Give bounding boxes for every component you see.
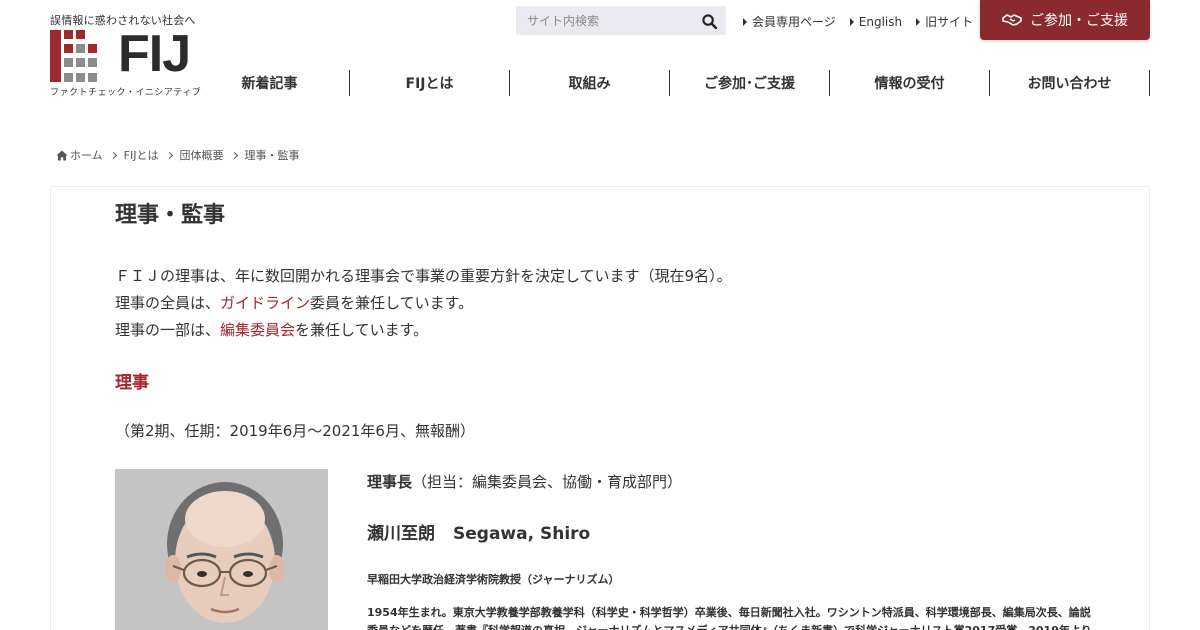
logo-subtitle: ファクトチェック・イニシアティブ	[50, 88, 202, 98]
nav-item-contact[interactable]: お問い合わせ	[990, 70, 1150, 96]
global-nav: 新着記事 FIJとは 取組み ご参加･ご支援 情報の受付 お問い合わせ	[190, 70, 1150, 96]
nav-item-join[interactable]: ご参加･ご支援	[670, 70, 830, 96]
nav-item-activities[interactable]: 取組み	[510, 70, 670, 96]
logo-text: FIJ	[118, 25, 191, 83]
portrait-image	[115, 469, 328, 630]
person-bio: 1954年生まれ。東京大学教養学部教養学科（科学史・科学哲学）卒業後、毎日新聞社…	[367, 606, 1092, 630]
search-icon	[701, 13, 717, 29]
caret-right-icon	[743, 17, 747, 26]
breadcrumb: ホーム FIJとは 団体概要 理事・監事	[56, 147, 300, 163]
nav-item-news[interactable]: 新着記事	[190, 70, 350, 96]
breadcrumb-about[interactable]: FIJとは	[124, 147, 159, 163]
handshake-icon	[1002, 14, 1022, 26]
section-title-directors: 理事	[115, 373, 149, 393]
search-input[interactable]	[516, 6, 694, 35]
person-photo	[115, 469, 328, 630]
breadcrumb-overview[interactable]: 団体概要	[180, 147, 224, 163]
join-support-button[interactable]: ご参加・ご支援	[980, 0, 1150, 40]
editorial-committee-link[interactable]: 編集委員会	[220, 321, 295, 339]
breadcrumb-home[interactable]: ホーム	[70, 147, 103, 163]
person-role: 理事長（担当：編集委員会、協働・育成部門）	[367, 473, 683, 491]
search-button[interactable]	[698, 10, 720, 32]
home-icon[interactable]	[56, 150, 68, 161]
member-page-link[interactable]: 会員専用ページ	[743, 13, 836, 30]
nav-item-about[interactable]: FIJとは	[350, 70, 510, 96]
intro-line-2: 理事の全員は、ガイドライン委員を兼任しています。	[115, 294, 474, 312]
intro-line-1: ＦＩＪの理事は、年に数回開かれる理事会で事業の重要方針を決定しています（現在9名…	[115, 267, 732, 285]
page-title: 理事・監事	[115, 203, 226, 228]
site-search	[516, 6, 726, 35]
person-name: 瀬川至朗 Segawa, Shiro	[367, 524, 591, 544]
english-link[interactable]: English	[849, 13, 902, 30]
logo-mark-icon	[50, 30, 97, 82]
term-info: （第2期、任期：2019年6月〜2021年6月、無報酬）	[115, 422, 475, 440]
chevron-right-icon	[230, 151, 238, 159]
person-affiliation: 早稲田大学政治経済学術院教授（ジャーナリズム）	[367, 573, 620, 586]
chevron-right-icon	[165, 151, 173, 159]
intro-line-3: 理事の一部は、編集委員会を兼任しています。	[115, 321, 429, 339]
caret-right-icon	[916, 17, 921, 26]
caret-right-icon	[849, 17, 854, 26]
chevron-right-icon	[109, 151, 117, 159]
top-links: 会員専用ページ English 旧サイト	[743, 13, 973, 30]
guideline-link[interactable]: ガイドライン	[220, 294, 310, 312]
old-site-link[interactable]: 旧サイト	[916, 13, 973, 30]
site-logo[interactable]: FIJ ファクトチェック・イニシアティブ	[50, 26, 201, 98]
nav-item-report[interactable]: 情報の受付	[830, 70, 990, 96]
breadcrumb-current: 理事・監事	[244, 149, 300, 162]
